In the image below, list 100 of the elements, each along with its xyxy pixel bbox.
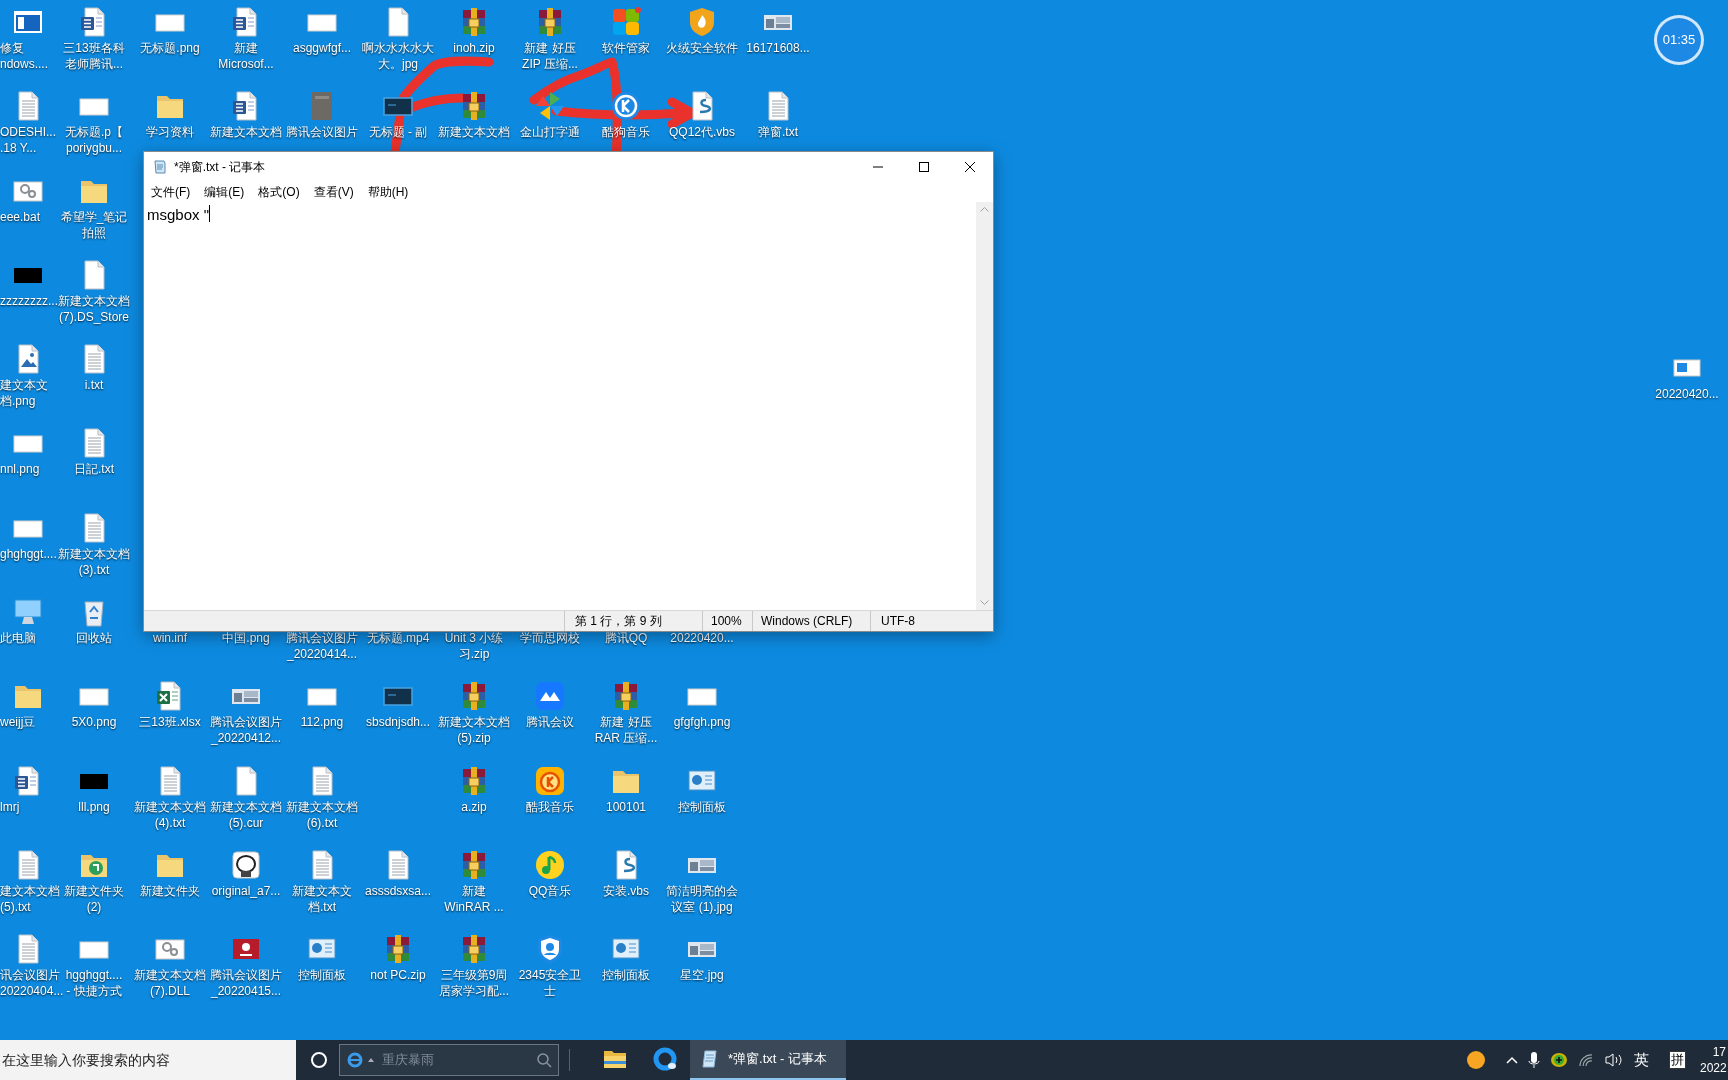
icon-label: 金山打字通 bbox=[520, 124, 580, 141]
speaker-icon[interactable] bbox=[1604, 1052, 1624, 1068]
icon-label: 新建文本文档 (3).txt bbox=[58, 545, 130, 578]
meeting-app-icon[interactable] bbox=[534, 680, 566, 713]
icon-label: 新建文本文档 (5).cur bbox=[210, 798, 282, 831]
menu-item[interactable]: 文件(F) bbox=[144, 182, 198, 202]
icon-label: eee.bat bbox=[0, 208, 41, 225]
icon-label: win.inf bbox=[153, 630, 187, 647]
icon-label: zzzzzzzz... bbox=[0, 292, 58, 309]
menu-item[interactable]: 编辑(E) bbox=[197, 182, 252, 202]
document-text: msgbox " bbox=[147, 205, 209, 225]
clock-time[interactable]: 17 bbox=[1712, 1044, 1728, 1060]
app-tiles-icon[interactable] bbox=[610, 6, 642, 38]
icon-label: 此电脑 bbox=[0, 630, 36, 647]
icon-label: 火绒安全软件 bbox=[666, 40, 738, 56]
icon-label: 112.png bbox=[300, 714, 344, 731]
icon-label: sbsdnjsdh... bbox=[365, 714, 430, 731]
icon-label: weijj豆 bbox=[0, 714, 36, 731]
window-title: *弹窗.txt - 记事本 bbox=[174, 159, 266, 176]
music-app-icon[interactable] bbox=[610, 90, 642, 123]
icon-label: 建文本文档 (5).txt bbox=[0, 882, 60, 915]
sticker-icon[interactable] bbox=[230, 848, 262, 881]
icon-label: 100101 bbox=[605, 798, 646, 815]
search-input[interactable]: 重庆暴雨 bbox=[382, 1050, 532, 1070]
cursor-position: 第 1 行，第 9 列 bbox=[575, 613, 662, 630]
icon-label: 啊水水水水大 大。jpg bbox=[362, 40, 434, 72]
clock-widget: 01:35 bbox=[1654, 15, 1704, 65]
icon-label: hgghggt.... - 快捷方式 bbox=[65, 967, 123, 1000]
microphone-icon[interactable] bbox=[1528, 1051, 1540, 1069]
icon-label: 腾讯会议 bbox=[526, 714, 574, 731]
browser-e-icon bbox=[346, 1051, 364, 1069]
icon-label: 回收站 bbox=[76, 630, 112, 647]
icon-label: 2345安全卫 士 bbox=[518, 967, 582, 1000]
input-method-indicator[interactable]: 英 bbox=[1634, 1048, 1649, 1072]
icon-label: 新建文本文档 bbox=[438, 124, 510, 141]
music-app-icon[interactable] bbox=[534, 764, 566, 797]
icon-label: 20220420... bbox=[670, 630, 734, 647]
icon-label: QQ音乐 bbox=[528, 882, 572, 899]
notepad-icon bbox=[700, 1049, 720, 1069]
show-hidden-icons-icon[interactable] bbox=[1506, 1056, 1518, 1064]
icon-label: 无标题.png bbox=[140, 40, 200, 56]
menu-item[interactable]: 帮助(H) bbox=[360, 182, 416, 202]
icon-label: 腾讯会议图片 _20220415... bbox=[210, 967, 282, 1000]
icon-label: 酷我音乐 bbox=[526, 798, 574, 815]
icon-label: 简洁明亮的会 议室 (1).jpg bbox=[666, 882, 738, 915]
line-ending: Windows (CRLF) bbox=[761, 613, 853, 630]
ime-mode-indicator[interactable]: 拼 bbox=[1669, 1051, 1686, 1069]
icon-label: 弹窗.txt bbox=[758, 124, 798, 141]
icon-label: 星空.jpg bbox=[680, 967, 724, 984]
cortana-icon[interactable] bbox=[310, 1051, 328, 1069]
icon-label: 腾讯会议图片 bbox=[286, 124, 358, 141]
icon-label: 新建 Microsof... bbox=[218, 40, 274, 72]
search-box[interactable]: 重庆暴雨 bbox=[339, 1044, 559, 1076]
plus-badge-icon[interactable] bbox=[1550, 1052, 1568, 1068]
icon-label: 三13班各科 老师腾讯... bbox=[63, 40, 125, 72]
icon-label: 软件管家 bbox=[602, 40, 650, 56]
icon-label: ODESHI... .18 Y... bbox=[0, 124, 56, 157]
icon-label: 新建文本文档 (7).DS_Store bbox=[58, 292, 130, 325]
icon-label: lll.png bbox=[78, 798, 110, 815]
icon-label: 新建 好压 ZIP 压缩... bbox=[522, 40, 578, 72]
music-note-icon[interactable] bbox=[534, 848, 566, 881]
close-icon bbox=[965, 162, 975, 172]
icon-label: Unit 3 小练 习.zip bbox=[444, 630, 504, 663]
scroll-up-icon bbox=[980, 206, 989, 212]
icon-label: 16171608... bbox=[746, 40, 810, 56]
notepad-icon bbox=[152, 159, 168, 175]
clock-date[interactable]: 2022 bbox=[1700, 1060, 1728, 1076]
text-area[interactable]: msgbox " bbox=[144, 202, 976, 610]
icon-label: 5X0.png bbox=[71, 714, 117, 731]
icon-label: nnl.png bbox=[0, 461, 40, 478]
browser-icon bbox=[653, 1047, 677, 1071]
folder-icon bbox=[603, 1049, 627, 1069]
icon-label: original_a7... bbox=[211, 882, 281, 899]
icon-label: 新建 好压 RAR 压缩... bbox=[594, 714, 658, 747]
icon-label: 控制面板 bbox=[298, 967, 346, 984]
maximize-icon bbox=[919, 162, 929, 172]
menu-item[interactable]: 格式(O) bbox=[251, 182, 307, 202]
icon-label: 学而思网校 bbox=[520, 630, 580, 647]
encoding: UTF-8 bbox=[881, 613, 915, 630]
icon-label: 新建文本文档 bbox=[210, 124, 282, 141]
icon-label: 三年级第9周 居家学习配... bbox=[439, 967, 509, 1000]
icon-label: 希望学_笔记 拍照 bbox=[60, 208, 128, 241]
icon-label: 新建文本文 档.txt bbox=[292, 882, 352, 915]
icon-label: 三13班.xlsx bbox=[139, 714, 201, 731]
icon-label: 建文本文 档.png bbox=[0, 377, 48, 410]
notepad-taskbar-button[interactable]: *弹窗.txt - 记事本 bbox=[690, 1040, 846, 1080]
icon-label: 日記.txt bbox=[74, 461, 114, 478]
icon-label: lmrj bbox=[0, 798, 20, 815]
icon-label: gfgfgh.png bbox=[673, 714, 731, 731]
wifi-icon[interactable] bbox=[1578, 1053, 1594, 1067]
caret-icon bbox=[368, 1058, 374, 1062]
vertical-scrollbar[interactable] bbox=[976, 202, 993, 610]
scroll-down-icon bbox=[980, 600, 989, 606]
menu-item[interactable]: 查看(V) bbox=[306, 182, 361, 202]
zoom-level: 100% bbox=[711, 613, 742, 630]
search-field[interactable]: 在这里输入你要搜索的内容 bbox=[0, 1040, 296, 1080]
pinwheel-icon[interactable] bbox=[534, 90, 566, 123]
icon-label: 讯会议图片 20220404... bbox=[0, 967, 64, 1000]
icon-label: 腾讯会议图片 _20220412... bbox=[210, 714, 282, 747]
tray-app-icon[interactable] bbox=[1466, 1050, 1486, 1070]
